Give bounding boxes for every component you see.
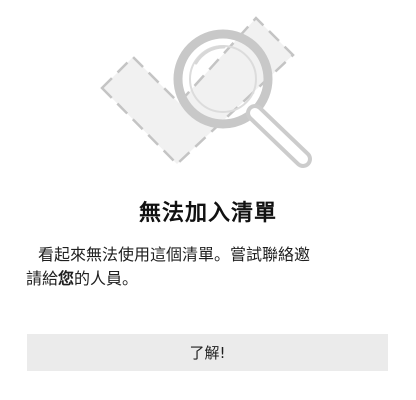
- message-emphasis: 您: [58, 269, 75, 288]
- ok-button[interactable]: 了解!: [27, 334, 388, 371]
- list-not-found-illustration: [100, 16, 312, 168]
- message-text-end: 的人員。: [74, 269, 139, 288]
- dialog-title: 無法加入清單: [138, 201, 277, 226]
- dialog-message: 看起來無法使用這個清單。嘗試聯絡邀請給您的人員。: [26, 243, 316, 291]
